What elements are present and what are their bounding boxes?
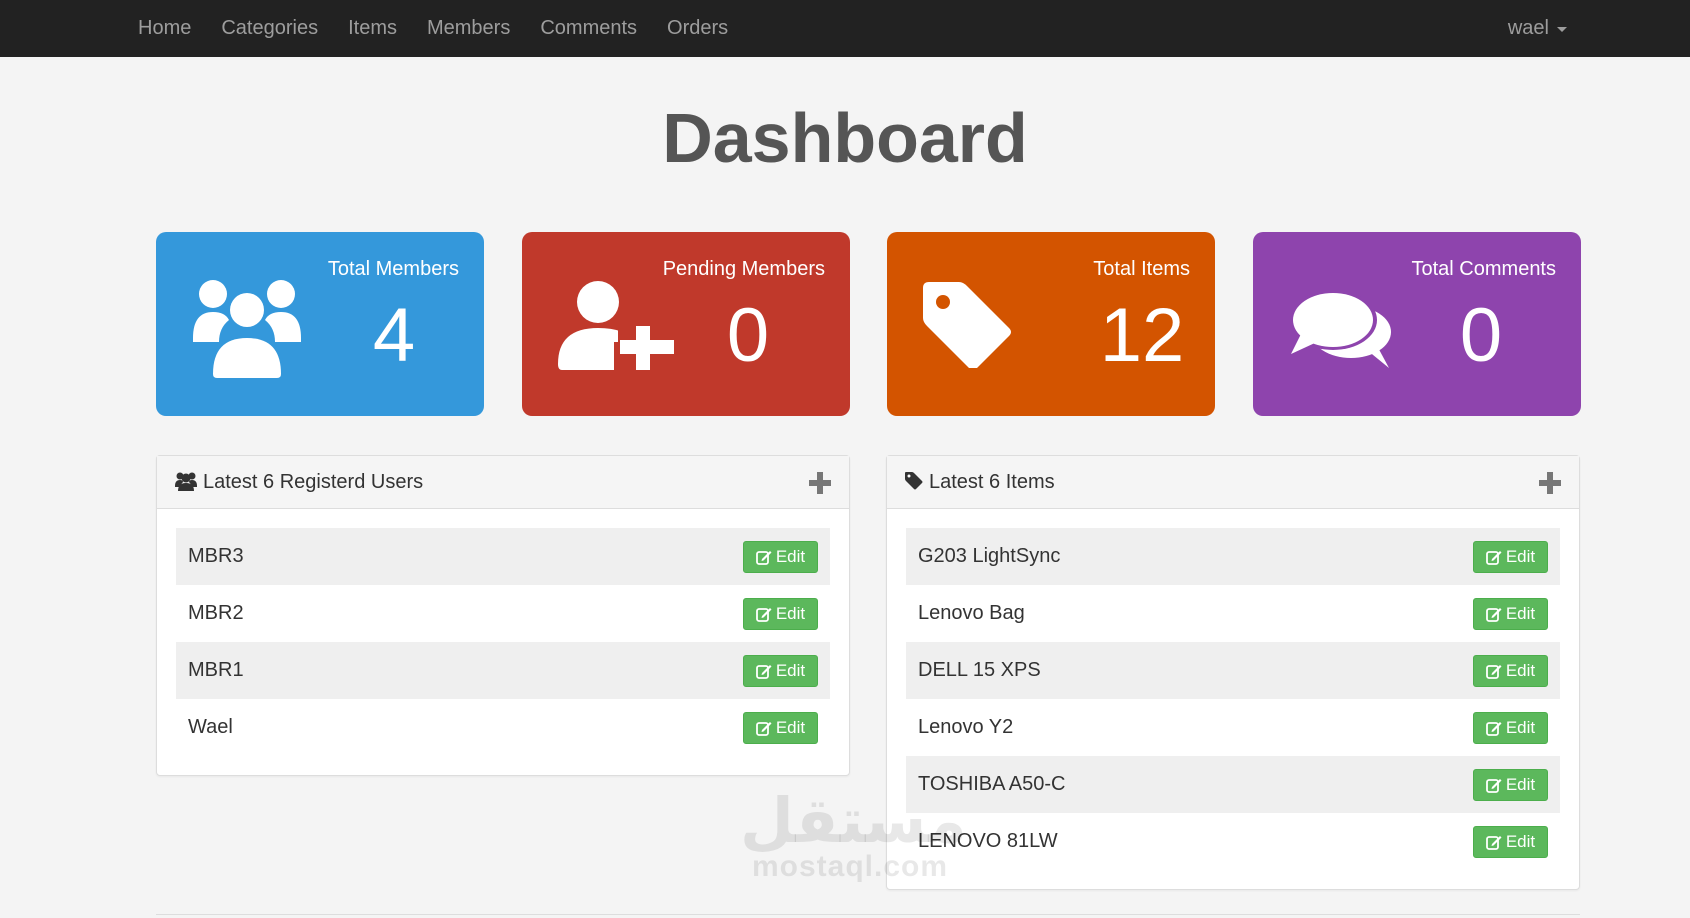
add-item-plus-icon[interactable] xyxy=(1539,472,1561,494)
panel-heading: Latest 6 Registerd Users xyxy=(157,456,849,509)
user-name: MBR3 xyxy=(188,545,244,567)
edit-user-button[interactable]: Edit xyxy=(743,540,818,573)
caret-down-icon xyxy=(1557,27,1567,32)
panel-title: Latest 6 Items xyxy=(929,471,1055,493)
nav-link-home[interactable]: Home xyxy=(138,17,191,40)
item-name: DELL 15 XPS xyxy=(918,659,1041,681)
edit-item-button[interactable]: Edit xyxy=(1473,654,1548,687)
tag-icon xyxy=(923,282,1013,373)
edit-user-button[interactable]: Edit xyxy=(743,654,818,687)
list-item: DELL 15 XPS Edit xyxy=(906,642,1560,699)
edit-item-button[interactable]: Edit xyxy=(1473,597,1548,630)
stat-value: 12 xyxy=(1099,293,1185,378)
edit-item-button[interactable]: Edit xyxy=(1473,711,1548,744)
list-item: G203 LightSync Edit xyxy=(906,528,1560,585)
edit-icon xyxy=(1485,721,1502,736)
edit-icon xyxy=(755,721,772,736)
bottom-panel-edge xyxy=(156,914,1580,918)
list-item: TOSHIBA A50-C Edit xyxy=(906,756,1560,813)
edit-user-button[interactable]: Edit xyxy=(743,597,818,630)
nav-link-orders[interactable]: Orders xyxy=(667,17,728,40)
edit-label: Edit xyxy=(775,717,806,737)
edit-item-button[interactable]: Edit xyxy=(1473,768,1548,801)
list-item: LENOVO 81LW Edit xyxy=(906,813,1560,870)
item-name: LENOVO 81LW xyxy=(918,830,1058,852)
user-plus-icon xyxy=(558,280,676,375)
edit-icon xyxy=(1485,550,1502,565)
edit-icon xyxy=(1485,778,1502,793)
stat-label: Total Members xyxy=(327,258,459,280)
item-name: TOSHIBA A50-C xyxy=(918,773,1066,795)
nav-link-comments[interactable]: Comments xyxy=(540,17,637,40)
edit-label: Edit xyxy=(775,546,806,566)
stat-card-total-comments[interactable]: Total Comments 0 xyxy=(1253,232,1581,416)
page-title: Dashboard xyxy=(662,99,1028,177)
stat-card-pending-members[interactable]: Pending Members 0 xyxy=(522,232,850,416)
user-dropdown[interactable]: wael xyxy=(1508,0,1567,57)
stat-card-total-items[interactable]: Total Items 12 xyxy=(887,232,1215,416)
user-name: MBR1 xyxy=(188,659,244,681)
list-item: Lenovo Bag Edit xyxy=(906,585,1560,642)
panel-heading: Latest 6 Items xyxy=(887,456,1579,509)
stat-value: 4 xyxy=(372,293,416,378)
stat-card-total-members[interactable]: Total Members 4 xyxy=(156,232,484,416)
user-name: Wael xyxy=(188,716,233,738)
users-list: MBR3 Edit MBR2 Edit MBR1 Edit Wael Edit xyxy=(157,509,849,775)
edit-label: Edit xyxy=(775,603,806,623)
list-item: MBR1 Edit xyxy=(176,642,830,699)
latest-items-panel: Latest 6 Items G203 LightSync Edit Lenov… xyxy=(886,455,1580,890)
list-item: Wael Edit xyxy=(176,699,830,756)
stat-label: Total Comments xyxy=(1411,258,1557,280)
stat-label: Pending Members xyxy=(662,258,825,280)
edit-icon xyxy=(755,550,772,565)
edit-icon xyxy=(1485,607,1502,622)
edit-label: Edit xyxy=(1505,774,1536,794)
edit-label: Edit xyxy=(775,660,806,680)
user-name: wael xyxy=(1507,17,1549,39)
list-item: MBR2 Edit xyxy=(176,585,830,642)
item-name: G203 LightSync xyxy=(918,545,1061,567)
add-member-plus-icon[interactable] xyxy=(809,472,831,494)
users-icon xyxy=(191,272,303,387)
edit-icon xyxy=(755,664,772,679)
nav-link-items[interactable]: Items xyxy=(348,17,397,40)
edit-item-button[interactable]: Edit xyxy=(1473,825,1548,858)
list-item: Lenovo Y2 Edit xyxy=(906,699,1560,756)
comments-icon xyxy=(1289,288,1393,375)
items-list: G203 LightSync Edit Lenovo Bag Edit DELL… xyxy=(887,509,1579,889)
edit-user-button[interactable]: Edit xyxy=(743,711,818,744)
stat-value: 0 xyxy=(1459,293,1503,378)
stat-value: 0 xyxy=(726,293,770,378)
edit-label: Edit xyxy=(1505,831,1536,851)
users-icon xyxy=(175,471,197,496)
edit-label: Edit xyxy=(1505,603,1536,623)
nav-links: Home Categories Items Members Comments O… xyxy=(138,0,758,57)
nav-link-categories[interactable]: Categories xyxy=(221,17,318,40)
tag-icon xyxy=(905,472,923,495)
stat-label: Total Items xyxy=(1093,258,1190,280)
top-navbar: Home Categories Items Members Comments O… xyxy=(0,0,1690,57)
nav-link-members[interactable]: Members xyxy=(427,17,510,40)
edit-item-button[interactable]: Edit xyxy=(1473,540,1548,573)
user-name: MBR2 xyxy=(188,602,244,624)
item-name: Lenovo Y2 xyxy=(918,716,1014,738)
edit-icon xyxy=(755,607,772,622)
edit-label: Edit xyxy=(1505,717,1536,737)
edit-icon xyxy=(1485,835,1502,850)
list-item: MBR3 Edit xyxy=(176,528,830,585)
latest-users-panel: Latest 6 Registerd Users MBR3 Edit MBR2 … xyxy=(156,455,850,776)
item-name: Lenovo Bag xyxy=(918,602,1025,624)
edit-label: Edit xyxy=(1505,546,1536,566)
panel-title: Latest 6 Registerd Users xyxy=(203,471,424,493)
edit-label: Edit xyxy=(1505,660,1536,680)
edit-icon xyxy=(1485,664,1502,679)
